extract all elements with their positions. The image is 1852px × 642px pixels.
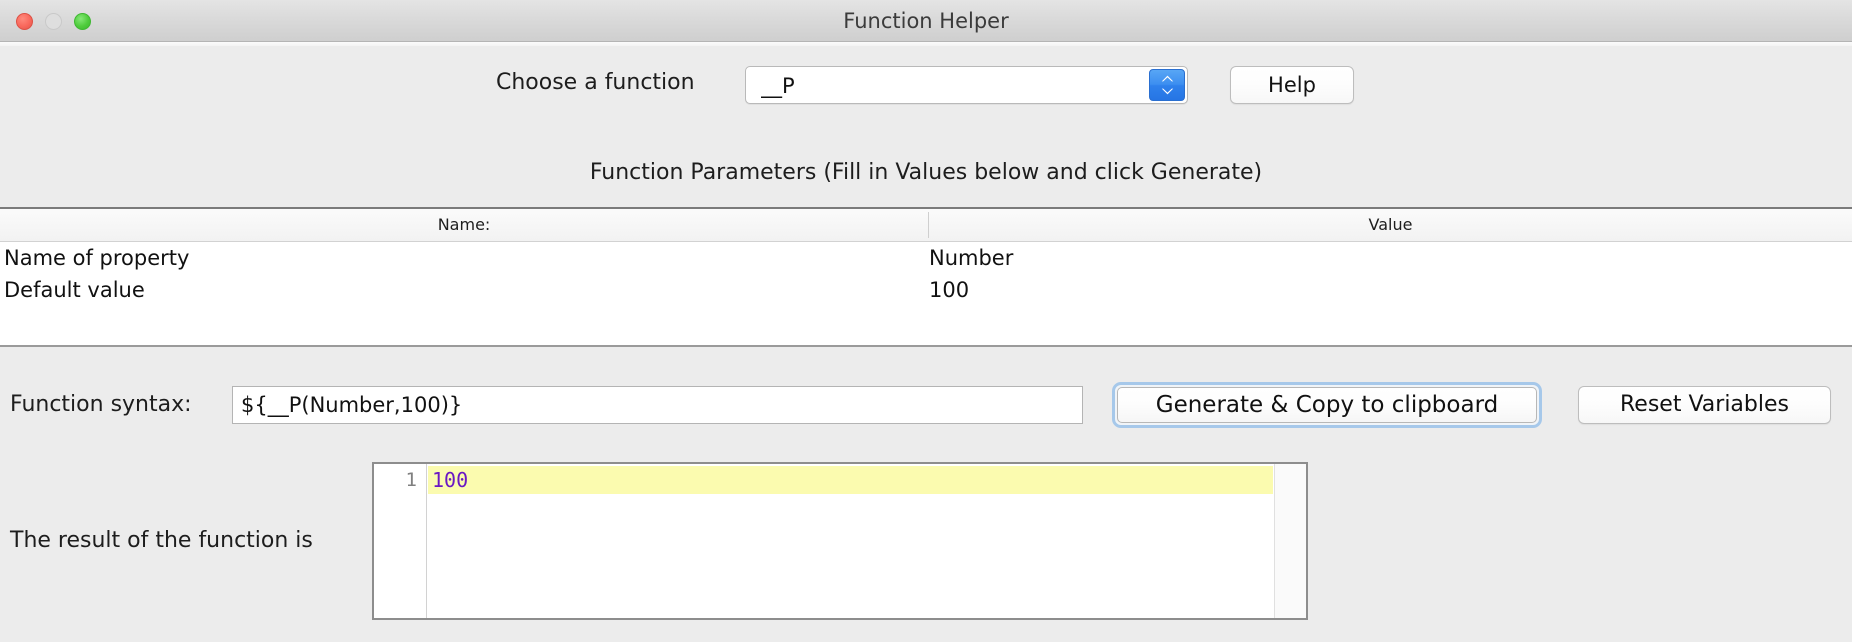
function-helper-window: Function Helper Choose a function __P He… (0, 0, 1852, 642)
result-label: The result of the function is (10, 528, 313, 553)
function-syntax-input[interactable]: ${__P(Number,100)} (232, 386, 1083, 424)
window-title: Function Helper (843, 9, 1009, 33)
function-syntax-value: ${__P(Number,100)} (241, 393, 463, 417)
function-select[interactable]: __P (745, 66, 1188, 104)
chevron-up-icon (1161, 75, 1174, 82)
param-name-cell: Default value (4, 278, 145, 302)
chevron-up-down-icon[interactable] (1149, 69, 1185, 101)
table-header-row: Name: Value (0, 209, 1852, 242)
param-value-cell[interactable]: Number (929, 242, 1847, 274)
column-header-value[interactable]: Value (929, 209, 1852, 241)
table-body: Name of property Number Default value 10… (0, 242, 1852, 306)
generate-copy-button[interactable]: Generate & Copy to clipboard (1112, 382, 1542, 428)
chevron-down-icon (1161, 88, 1174, 95)
choose-function-label: Choose a function (496, 70, 695, 95)
function-parameters-heading: Function Parameters (Fill in Values belo… (589, 160, 1263, 185)
param-name-cell: Name of property (4, 246, 190, 270)
generate-copy-button-label: Generate & Copy to clipboard (1117, 387, 1537, 423)
line-number-gutter: 1 (374, 464, 427, 618)
result-editor[interactable]: 1 100 (372, 462, 1308, 620)
line-number: 1 (405, 469, 417, 491)
column-header-name[interactable]: Name: (0, 209, 928, 241)
title-bar: Function Helper (0, 0, 1852, 42)
result-current-line: 100 (428, 466, 1273, 494)
title-bar-shadow (0, 42, 1852, 46)
help-button[interactable]: Help (1230, 66, 1354, 104)
result-text-area[interactable]: 100 (428, 464, 1273, 618)
function-select-value: __P (761, 74, 795, 98)
param-value-cell[interactable]: 100 (929, 274, 1847, 306)
table-row[interactable]: Name of property Number (0, 242, 1852, 274)
function-syntax-label: Function syntax: (10, 392, 192, 417)
function-parameters-table: Name: Value Name of property Number Defa… (0, 207, 1852, 347)
vertical-scrollbar[interactable] (1274, 464, 1306, 618)
table-row[interactable]: Default value 100 (0, 274, 1852, 306)
result-value: 100 (432, 468, 469, 492)
reset-variables-button[interactable]: Reset Variables (1578, 386, 1831, 424)
